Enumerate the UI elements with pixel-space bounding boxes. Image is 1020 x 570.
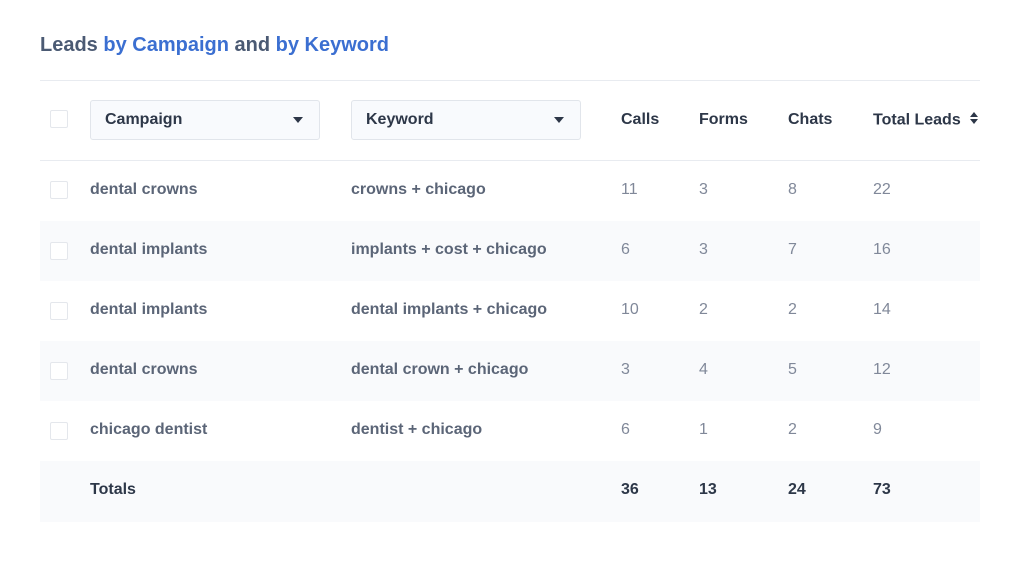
title-by-keyword: by Keyword bbox=[275, 34, 389, 56]
totals-row: Totals 36 13 24 73 bbox=[40, 461, 980, 522]
totals-label: Totals bbox=[90, 481, 136, 498]
calls-cell: 11 bbox=[621, 181, 638, 198]
keyword-cell: dental crown + chicago bbox=[351, 361, 529, 378]
forms-cell: 3 bbox=[699, 181, 708, 198]
chats-cell: 8 bbox=[788, 181, 797, 198]
calls-cell: 3 bbox=[621, 361, 630, 378]
totals-chats: 24 bbox=[788, 481, 806, 498]
keyword-filter-dropdown[interactable]: Keyword bbox=[351, 100, 581, 140]
table-row: dental implants implants + cost + chicag… bbox=[40, 221, 980, 281]
campaign-cell: dental implants bbox=[90, 241, 208, 258]
row-checkbox[interactable] bbox=[50, 181, 68, 199]
caret-down-icon bbox=[554, 117, 564, 123]
keyword-cell: dental implants + chicago bbox=[351, 301, 548, 318]
total-leads-cell: 12 bbox=[873, 361, 891, 378]
total-leads-cell: 14 bbox=[873, 301, 891, 318]
title-by-campaign: by Campaign bbox=[103, 34, 229, 56]
total-leads-cell: 16 bbox=[873, 241, 891, 258]
title-leads: Leads bbox=[40, 34, 104, 56]
totals-forms: 13 bbox=[699, 481, 717, 498]
chats-cell: 2 bbox=[788, 421, 797, 438]
total-leads-cell: 9 bbox=[873, 421, 882, 438]
column-header-chats: Chats bbox=[788, 111, 833, 128]
chats-cell: 7 bbox=[788, 241, 797, 258]
page-title: Leads by Campaign and by Keyword bbox=[40, 34, 389, 57]
forms-cell: 1 bbox=[699, 421, 708, 438]
chats-cell: 5 bbox=[788, 361, 797, 378]
keyword-filter-label: Keyword bbox=[366, 111, 434, 128]
column-header-calls: Calls bbox=[621, 111, 660, 128]
table-row: dental implants dental implants + chicag… bbox=[40, 281, 980, 341]
table-row: dental crowns dental crown + chicago 3 4… bbox=[40, 341, 980, 401]
column-header-forms: Forms bbox=[699, 111, 748, 128]
campaign-cell: chicago dentist bbox=[90, 421, 208, 438]
forms-cell: 2 bbox=[699, 301, 708, 318]
keyword-cell: crowns + chicago bbox=[351, 181, 486, 198]
campaign-filter-dropdown[interactable]: Campaign bbox=[90, 100, 320, 140]
total-leads-cell: 22 bbox=[873, 181, 891, 198]
caret-down-icon bbox=[293, 117, 303, 123]
table-header: Campaign Keyword Calls Forms Chats Total… bbox=[40, 81, 980, 160]
title-and: and bbox=[228, 34, 276, 56]
row-checkbox[interactable] bbox=[50, 302, 68, 320]
forms-cell: 4 bbox=[699, 361, 708, 378]
calls-cell: 6 bbox=[621, 421, 630, 438]
row-checkbox[interactable] bbox=[50, 242, 68, 260]
column-header-total-leads[interactable]: Total Leads bbox=[873, 111, 979, 130]
select-all-checkbox[interactable] bbox=[50, 110, 68, 128]
table-row: chicago dentist dentist + chicago 6 1 2 … bbox=[40, 401, 980, 461]
keyword-cell: implants + cost + chicago bbox=[351, 241, 547, 258]
calls-cell: 10 bbox=[621, 301, 639, 318]
totals-calls: 36 bbox=[621, 481, 639, 498]
campaign-cell: dental implants bbox=[90, 301, 208, 318]
campaign-filter-label: Campaign bbox=[105, 111, 183, 128]
campaign-cell: dental crowns bbox=[90, 181, 198, 198]
leads-table: Campaign Keyword Calls Forms Chats Total… bbox=[40, 81, 980, 522]
forms-cell: 3 bbox=[699, 241, 708, 258]
total-leads-label: Total Leads bbox=[873, 111, 961, 129]
keyword-cell: dentist + chicago bbox=[351, 421, 483, 438]
sort-icon[interactable] bbox=[969, 111, 979, 130]
campaign-cell: dental crowns bbox=[90, 361, 198, 378]
chats-cell: 2 bbox=[788, 301, 797, 318]
calls-cell: 6 bbox=[621, 241, 630, 258]
row-checkbox[interactable] bbox=[50, 362, 68, 380]
table-row: dental crowns crowns + chicago 11 3 8 22 bbox=[40, 161, 980, 221]
totals-total-leads: 73 bbox=[873, 481, 891, 498]
row-checkbox[interactable] bbox=[50, 422, 68, 440]
